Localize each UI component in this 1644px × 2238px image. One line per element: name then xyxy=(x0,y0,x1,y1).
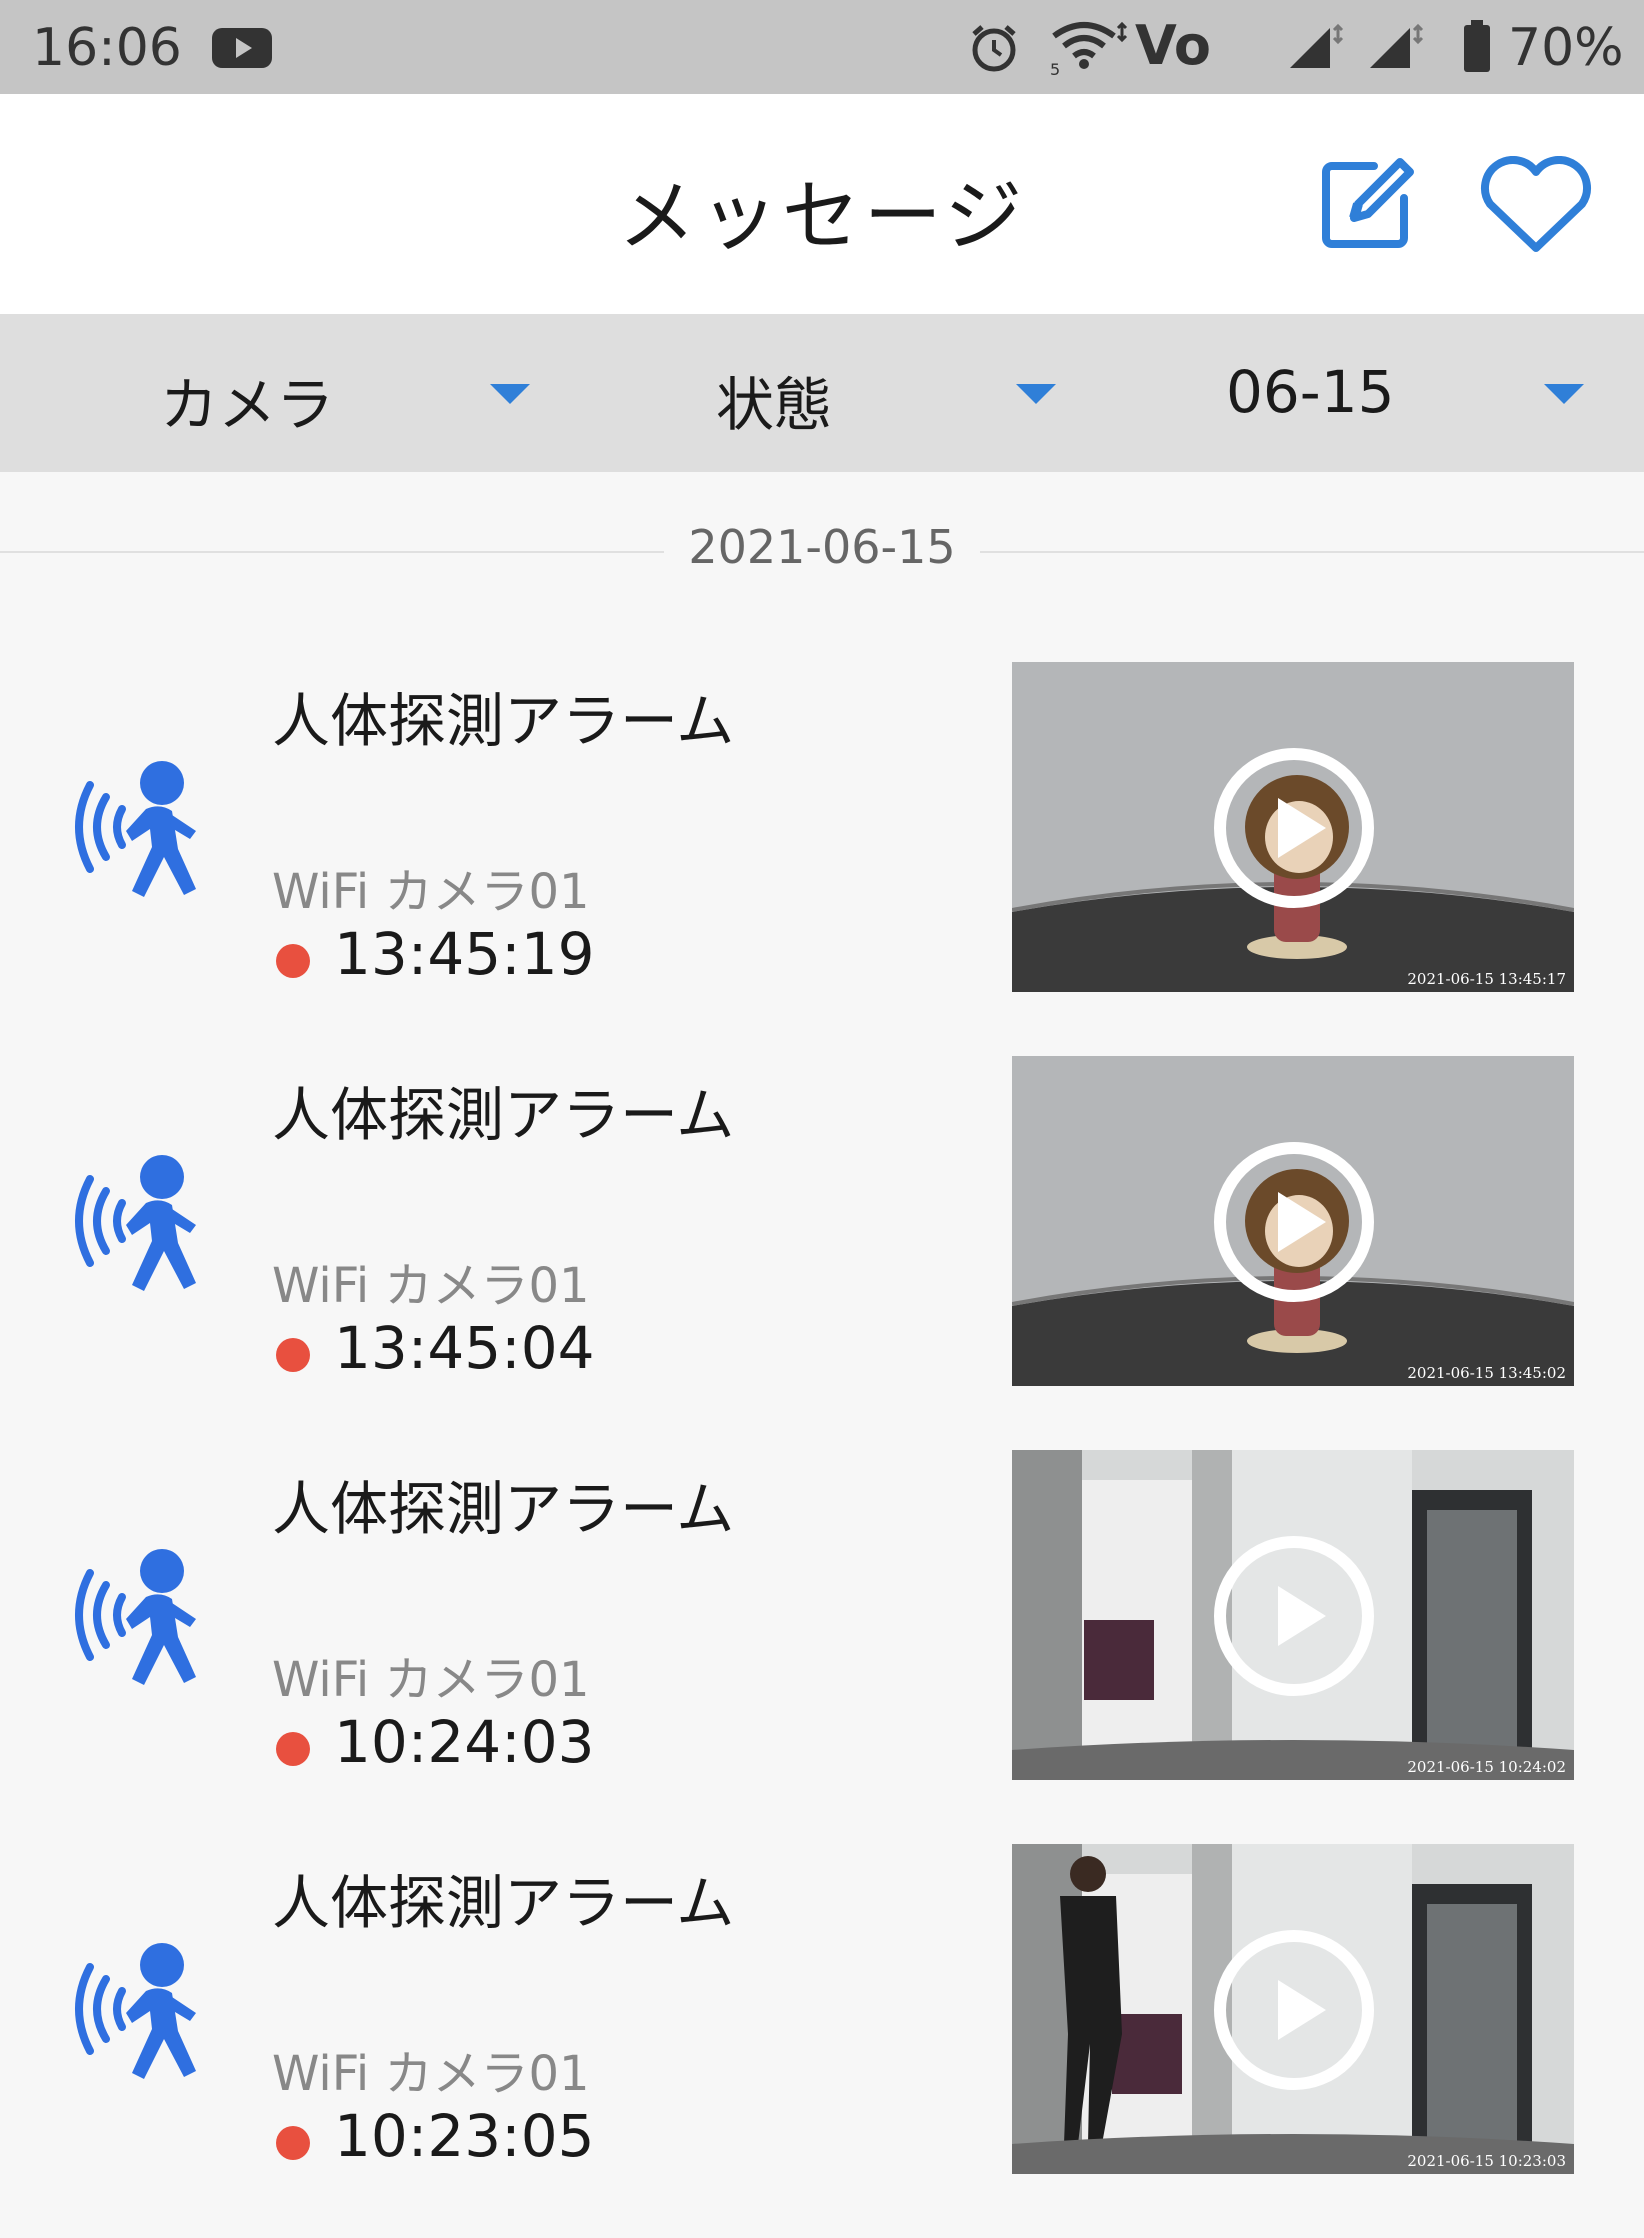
list-item[interactable]: 人体探測アラーム WiFi カメラ01 13:45:19 2021-06-15 … xyxy=(0,662,1644,1056)
unread-status-dot xyxy=(276,2126,310,2160)
list-item[interactable]: 人体探測アラーム WiFi カメラ01 10:23:05 2021-06-15 … xyxy=(0,1844,1644,2238)
status-filter-label: 状態 xyxy=(716,371,833,439)
video-thumbnail[interactable]: 2021-06-15 10:24:02 xyxy=(1012,1450,1574,1780)
wifi-icon: 5 xyxy=(1050,21,1128,76)
camera-filter-dropdown[interactable]: カメラ xyxy=(0,314,548,472)
camera-name: WiFi カメラ01 xyxy=(272,864,590,920)
signal-icon xyxy=(1290,23,1344,68)
chevron-down-icon xyxy=(1544,384,1584,404)
list-item[interactable]: 人体探測アラーム WiFi カメラ01 13:45:04 2021-06-15 … xyxy=(0,1056,1644,1450)
human-detection-icon xyxy=(75,1943,196,2079)
alarm-time: 13:45:19 xyxy=(334,920,595,988)
unread-status-dot xyxy=(276,944,310,978)
thumbnail-timestamp: 2021-06-15 10:24:02 xyxy=(1407,1758,1566,1776)
alarm-title: 人体探測アラーム xyxy=(272,1869,735,1937)
date-group-header: 2021-06-15 xyxy=(0,520,1644,574)
svg-text:5: 5 xyxy=(1050,60,1060,76)
camera-name: WiFi カメラ01 xyxy=(272,1258,590,1314)
edit-button[interactable] xyxy=(1316,154,1416,254)
date-filter-label: 06-15 xyxy=(1226,358,1395,426)
battery-icon xyxy=(1464,20,1490,72)
play-icon[interactable] xyxy=(1212,1140,1376,1304)
alarm-title: 人体探測アラーム xyxy=(272,687,735,755)
video-thumbnail[interactable]: 2021-06-15 10:23:03 xyxy=(1012,1844,1574,2174)
status-bar: 16:06 5 Vo 70% xyxy=(0,0,1644,94)
chevron-down-icon xyxy=(490,384,530,404)
camera-name: WiFi カメラ01 xyxy=(272,2046,590,2102)
camera-name: WiFi カメラ01 xyxy=(272,1652,590,1708)
human-detection-icon xyxy=(75,761,196,897)
app-header: メッセージ xyxy=(0,94,1644,314)
signal-icon xyxy=(1370,23,1424,68)
alarm-title: 人体探測アラーム xyxy=(272,1081,735,1149)
thumbnail-timestamp: 2021-06-15 10:23:03 xyxy=(1407,2152,1566,2170)
favorite-button[interactable] xyxy=(1476,156,1596,256)
date-group-label: 2021-06-15 xyxy=(664,520,980,574)
video-thumbnail[interactable]: 2021-06-15 13:45:17 xyxy=(1012,662,1574,992)
play-icon[interactable] xyxy=(1212,1534,1376,1698)
video-thumbnail[interactable]: 2021-06-15 13:45:02 xyxy=(1012,1056,1574,1386)
chevron-down-icon xyxy=(1016,384,1056,404)
thumbnail-timestamp: 2021-06-15 13:45:17 xyxy=(1407,970,1566,988)
alarm-time: 13:45:04 xyxy=(334,1314,595,1382)
alarm-title: 人体探測アラーム xyxy=(272,1475,735,1543)
play-icon[interactable] xyxy=(1212,1928,1376,2092)
list-item[interactable]: 人体探測アラーム WiFi カメラ01 10:24:03 2021-06-15 … xyxy=(0,1450,1644,1844)
battery-percent: 70% xyxy=(1508,18,1624,78)
alarm-clock-icon xyxy=(972,25,1016,72)
play-icon[interactable] xyxy=(1212,746,1376,910)
youtube-icon xyxy=(212,28,272,68)
filter-bar: カメラ 状態 06-15 xyxy=(0,314,1644,472)
unread-status-dot xyxy=(276,1338,310,1372)
human-detection-icon xyxy=(75,1549,196,1685)
alarm-time: 10:24:03 xyxy=(334,1708,595,1776)
camera-filter-label: カメラ xyxy=(160,371,335,439)
status-time: 16:06 xyxy=(32,18,182,78)
thumbnail-timestamp: 2021-06-15 13:45:02 xyxy=(1407,1364,1566,1382)
volte-icon: Vo xyxy=(1135,14,1211,77)
human-detection-icon xyxy=(75,1155,196,1291)
unread-status-dot xyxy=(276,1732,310,1766)
status-filter-dropdown[interactable]: 状態 xyxy=(548,314,1096,472)
date-filter-dropdown[interactable]: 06-15 xyxy=(1096,314,1644,472)
alarm-time: 10:23:05 xyxy=(334,2102,595,2170)
